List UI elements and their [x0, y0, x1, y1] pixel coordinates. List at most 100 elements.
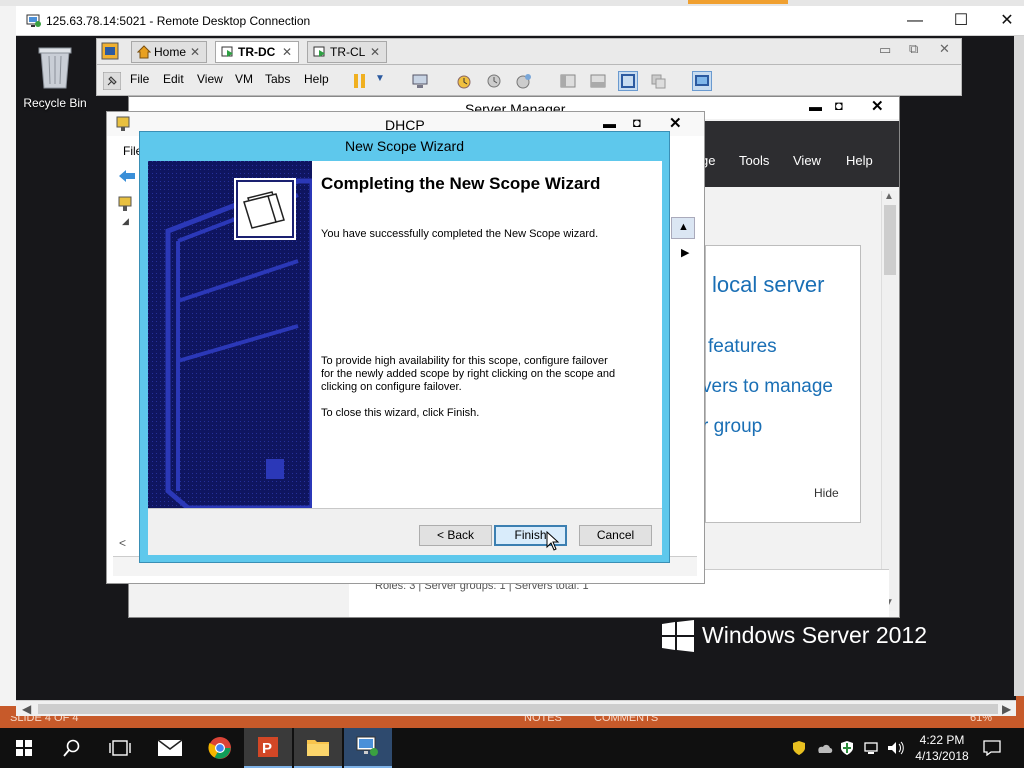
chrome-icon [208, 737, 231, 759]
search-button[interactable] [48, 728, 96, 768]
revert-snapshot-icon[interactable] [485, 72, 503, 90]
dhcp-tree-icon[interactable] [118, 196, 132, 212]
remote-desktop-icon [26, 14, 41, 27]
vm-close-icon[interactable]: ✕ [939, 41, 950, 57]
wizard-content: Completing the New Scope Wizard You have… [312, 161, 662, 508]
vm-running-icon [221, 46, 233, 57]
server-manager-quickstart-panel: local server features vers to manage r g… [702, 245, 861, 523]
back-arrow-icon[interactable] [118, 169, 136, 183]
tab-home-close-icon[interactable]: ✕ [190, 42, 200, 62]
snapshot-manager-icon[interactable] [515, 72, 533, 90]
expand-right-icon[interactable]: ▶ [681, 246, 689, 259]
volume-icon[interactable] [887, 741, 905, 755]
network-icon[interactable] [411, 72, 429, 90]
host-right-strip [1014, 36, 1024, 696]
menu-help[interactable]: Help [304, 72, 329, 86]
menu-view[interactable]: View [197, 72, 223, 86]
console-view-icon[interactable] [692, 71, 712, 91]
notes-button[interactable]: NOTES [524, 716, 562, 724]
tab-tr-cl-label: TR-CL [330, 45, 366, 59]
rdp-horizontal-scrollbar[interactable]: ◀ ▶ [16, 700, 1016, 716]
dhcp-icon [116, 116, 130, 131]
sidebar-toggle-icon[interactable] [559, 72, 577, 90]
comments-button[interactable]: COMMENTS [594, 716, 658, 724]
menu-edit[interactable]: Edit [163, 72, 184, 86]
snapshot-icon[interactable] [455, 72, 473, 90]
thumbnail-bar-icon[interactable] [589, 72, 607, 90]
tab-tr-dc-close-icon[interactable]: ✕ [282, 42, 292, 62]
tab-tr-cl-close-icon[interactable]: ✕ [370, 42, 380, 62]
fullscreen-icon[interactable] [618, 71, 638, 91]
vmware-tab-bar: Home ✕ TR-DC ✕ TR-CL ✕ ▭ ⧉ ✕ [96, 38, 962, 64]
dropdown-arrow-icon[interactable]: ▼ [375, 73, 385, 84]
scroll-thumb[interactable] [884, 205, 896, 275]
remote-desktop-button[interactable] [344, 728, 392, 768]
scroll-left-icon[interactable]: ◀ [22, 701, 31, 717]
task-view-button[interactable] [96, 728, 144, 768]
menu-tabs[interactable]: Tabs [265, 72, 290, 86]
home-icon [137, 45, 151, 59]
mail-app-button[interactable] [146, 728, 194, 768]
cancel-button[interactable]: Cancel [579, 525, 652, 546]
vm-running-icon [313, 46, 325, 57]
pin-icon[interactable] [103, 72, 121, 90]
clock-date: 4/13/2018 [915, 749, 969, 763]
dhcp-scroll-left-icon[interactable]: < [119, 536, 126, 550]
sm-maximize-button[interactable]: ◘ [835, 98, 843, 113]
link-create-server-group[interactable]: r group [702, 416, 762, 438]
tab-tr-dc[interactable]: TR-DC ✕ [215, 41, 299, 63]
pause-icon[interactable] [351, 72, 369, 90]
link-add-roles-features[interactable]: features [708, 336, 777, 358]
zoom-level[interactable]: 61% [970, 716, 992, 724]
dhcp-maximize-button[interactable]: ◘ [633, 115, 641, 130]
network-tray-icon[interactable] [864, 741, 880, 755]
mail-icon [157, 739, 183, 756]
tab-tr-cl[interactable]: TR-CL ✕ [307, 41, 387, 63]
windows-server-branding: Windows Server 2012 [662, 620, 962, 654]
wizard-failover-text: To provide high availability for this sc… [321, 355, 616, 393]
vmware-toolbar: File Edit View VM Tabs Help ▼ [96, 64, 962, 96]
vm-restore-icon[interactable]: ⧉ [909, 41, 918, 57]
defender-icon[interactable] [840, 740, 854, 756]
sm-menu-view[interactable]: View [793, 153, 821, 168]
menu-vm[interactable]: VM [235, 72, 253, 86]
new-scope-wizard: New Scope Wizard Completing the New Scop… [139, 131, 670, 563]
start-button[interactable] [0, 728, 48, 768]
file-explorer-button[interactable] [294, 728, 342, 768]
host-accent [688, 0, 788, 4]
hide-link[interactable]: Hide [814, 486, 839, 500]
dhcp-close-button[interactable]: ✕ [669, 114, 682, 132]
vm-minimize-icon[interactable]: ▭ [879, 42, 891, 58]
sm-menu-help[interactable]: Help [846, 153, 873, 168]
maximize-button[interactable]: ☐ [938, 6, 984, 36]
system-clock[interactable]: 4:22 PM 4/13/2018 [912, 732, 972, 764]
chrome-button[interactable] [196, 728, 244, 768]
action-center-icon[interactable] [983, 740, 1001, 756]
menu-file[interactable]: File [130, 72, 149, 86]
windows-server-text: Windows Server 2012 [702, 622, 927, 648]
link-add-servers[interactable]: vers to manage [702, 376, 833, 398]
back-button[interactable]: < Back [419, 525, 492, 546]
security-shield-icon[interactable] [792, 740, 806, 756]
sm-menu-tools[interactable]: Tools [739, 153, 769, 168]
unity-icon[interactable] [649, 72, 667, 90]
sm-minimize-button[interactable]: ▬ [809, 99, 822, 114]
sm-close-button[interactable]: ✕ [871, 97, 884, 115]
rdp-titlebar: 125.63.78.14:5021 - Remote Desktop Conne… [16, 6, 1024, 36]
close-button[interactable]: ✕ [984, 6, 1024, 36]
link-configure-local-server[interactable]: local server [712, 272, 824, 298]
recycle-bin[interactable]: Recycle Bin [22, 42, 88, 114]
scroll-up-icon: ▲ [884, 191, 894, 202]
scroll-right-icon[interactable]: ▶ [1002, 701, 1011, 717]
scroll-thumb[interactable] [38, 704, 998, 714]
collapse-up-icon[interactable]: ▲ [671, 217, 695, 239]
dhcp-minimize-button[interactable]: ▬ [603, 116, 616, 131]
tree-expand-icon[interactable]: ◢ [122, 216, 129, 227]
server-manager-scrollbar[interactable]: ▲ ▼ [881, 191, 897, 611]
powerpoint-button[interactable]: P [244, 728, 292, 768]
onedrive-icon[interactable] [815, 742, 833, 754]
slide-indicator: SLIDE 4 OF 4 [10, 716, 79, 724]
minimize-button[interactable]: — [892, 6, 938, 36]
tab-home[interactable]: Home ✕ [131, 41, 207, 63]
wizard-heading: Completing the New Scope Wizard [321, 174, 601, 193]
